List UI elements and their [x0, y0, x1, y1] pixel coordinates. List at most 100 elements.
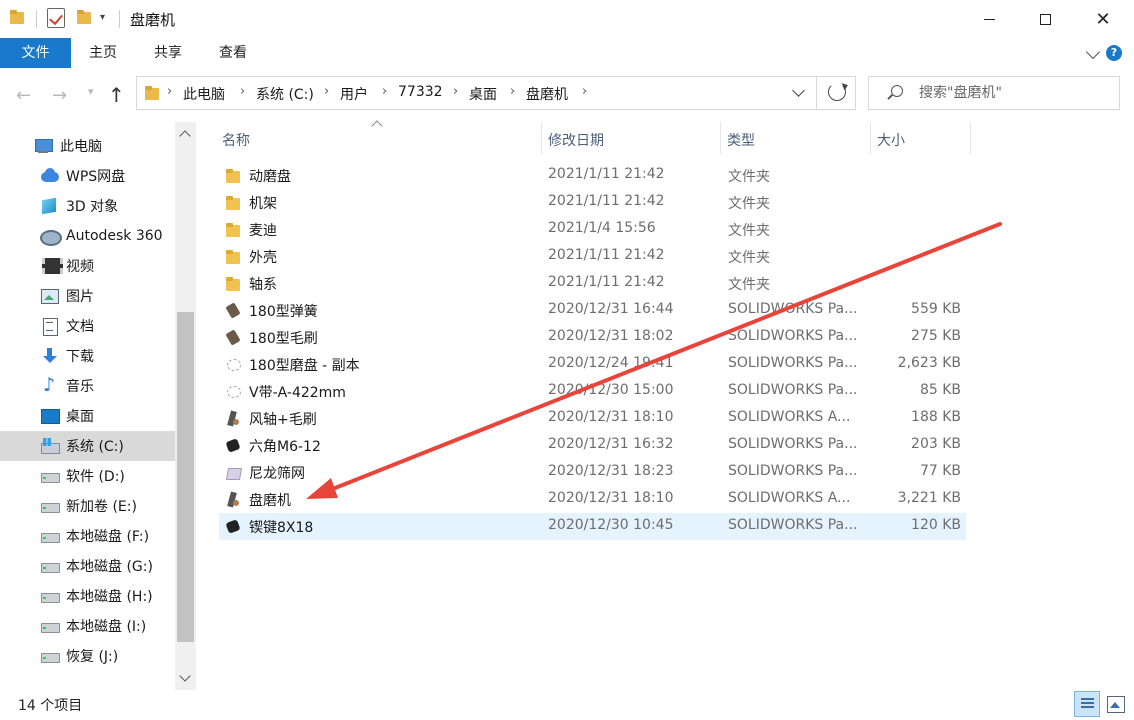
sidebar-item[interactable]: 系统 (C:)	[0, 431, 175, 461]
help-icon[interactable]: ?	[1106, 45, 1122, 61]
breadcrumb-system-drive[interactable]: 系统 (C:)	[256, 84, 314, 104]
breadcrumb-separator[interactable]: ›	[382, 84, 387, 99]
breadcrumb-separator[interactable]: ›	[324, 84, 329, 99]
sidebar-item[interactable]: 文档	[0, 311, 175, 341]
details-view-icon[interactable]	[1074, 691, 1100, 717]
assembly-icon	[225, 410, 241, 427]
sidebar-item-label: 新加卷 (E:)	[66, 499, 137, 515]
file-date: 2020/12/31 18:02	[548, 328, 674, 344]
sidebar-item[interactable]: 新加卷 (E:)	[0, 491, 175, 521]
scroll-down-icon[interactable]	[179, 670, 191, 682]
column-divider[interactable]	[870, 122, 871, 154]
sidebar-item[interactable]: 3D 对象	[0, 191, 175, 221]
status-bar: 14 个项目	[0, 690, 1134, 720]
search-box[interactable]	[868, 76, 1120, 110]
column-header-date[interactable]: 修改日期	[548, 126, 604, 156]
properties-check-icon[interactable]	[47, 8, 65, 28]
sidebar-item[interactable]: 桌面	[0, 401, 175, 431]
maximize-button[interactable]	[1016, 0, 1074, 38]
sidebar-item[interactable]: 恢复 (J:)	[0, 641, 175, 671]
breadcrumb-user-folder[interactable]: 77332	[398, 84, 443, 100]
tab-home[interactable]: 主页	[71, 38, 135, 68]
file-row[interactable]: 盘磨机 2020/12/31 18:10 SOLIDWORKS A... 3,221 …	[219, 486, 966, 513]
file-type: SOLIDWORKS Pa...	[728, 436, 858, 452]
address-bar[interactable]: › 此电脑 › 系统 (C:) › 用户 › 77332 › 桌面 › 盘磨机 …	[136, 76, 856, 110]
sidebar-item[interactable]: 软件 (D:)	[0, 461, 175, 491]
new-folder-icon[interactable]	[77, 9, 91, 25]
breadcrumb-desktop[interactable]: 桌面	[469, 84, 497, 104]
search-input[interactable]	[919, 83, 1109, 103]
file-row[interactable]: 外壳 2021/1/11 21:42 文件夹	[219, 243, 966, 270]
file-row[interactable]: 风轴+毛刷 2020/12/31 18:10 SOLIDWORKS A... 188 …	[219, 405, 966, 432]
file-name: 动磨盘	[249, 169, 291, 185]
column-divider[interactable]	[720, 122, 721, 154]
file-row[interactable]: 锲键8X18 2020/12/30 10:45 SOLIDWORKS Pa... 12…	[219, 513, 966, 540]
navigation-pane: 此电脑 WPS网盘 3D 对象 Autodesk 360 视频图片文档下载音乐桌面系统 …	[0, 122, 196, 690]
column-header-size[interactable]: 大小	[877, 126, 905, 156]
file-name: 锲键8X18	[249, 520, 314, 536]
forward-icon[interactable]: →	[52, 85, 67, 106]
file-row[interactable]: 轴系 2021/1/11 21:42 文件夹	[219, 270, 966, 297]
column-header-name[interactable]: 名称	[222, 126, 250, 156]
scroll-up-icon[interactable]	[179, 130, 191, 142]
tab-share[interactable]: 共享	[135, 38, 201, 68]
quick-access-dropdown-icon[interactable]: ▾	[100, 12, 105, 23]
breadcrumb-separator[interactable]: ›	[240, 84, 245, 99]
file-type: 文件夹	[728, 196, 770, 212]
sidebar-item[interactable]: 视频	[0, 251, 175, 281]
refresh-icon[interactable]	[828, 83, 846, 101]
minimize-button[interactable]	[960, 0, 1018, 38]
large-icons-view-icon[interactable]	[1104, 693, 1126, 715]
column-divider[interactable]	[541, 122, 542, 154]
column-divider[interactable]	[970, 122, 971, 154]
up-icon[interactable]: ↑	[108, 83, 125, 107]
file-name: 轴系	[249, 277, 277, 293]
breadcrumb-separator[interactable]: ›	[510, 84, 515, 99]
assembly-icon	[225, 491, 241, 508]
breadcrumb-current[interactable]: 盘磨机	[526, 84, 568, 104]
sidebar-item-label: 系统 (C:)	[66, 439, 124, 455]
sidebar-item[interactable]: 图片	[0, 281, 175, 311]
file-row[interactable]: 180型毛刷 2020/12/31 18:02 SOLIDWORKS Pa... 27…	[219, 324, 966, 351]
address-dropdown-icon[interactable]	[792, 84, 805, 97]
sidebar-scrollbar[interactable]	[175, 122, 196, 690]
file-row[interactable]: 麦迪 2021/1/4 15:56 文件夹	[219, 216, 966, 243]
tab-file[interactable]: 文件	[0, 38, 71, 68]
sidebar-item[interactable]: 此电脑	[0, 131, 175, 161]
sidebar-item[interactable]: Autodesk 360	[0, 221, 175, 251]
breadcrumb-users[interactable]: 用户	[340, 84, 368, 104]
tab-view[interactable]: 查看	[201, 38, 265, 68]
file-type: SOLIDWORKS Pa...	[728, 382, 858, 398]
file-name: 盘磨机	[249, 493, 291, 509]
close-icon: ✕	[1095, 8, 1111, 30]
sidebar-item[interactable]: 本地磁盘 (G:)	[0, 551, 175, 581]
file-row[interactable]: 六角M6-12 2020/12/31 16:32 SOLIDWORKS Pa... 2…	[219, 432, 966, 459]
file-row[interactable]: 180型弹簧 2020/12/31 16:44 SOLIDWORKS Pa... 55…	[219, 297, 966, 324]
scroll-thumb[interactable]	[177, 312, 194, 642]
file-row[interactable]: 动磨盘 2021/1/11 21:42 文件夹	[219, 162, 966, 189]
sidebar-item-label: 图片	[66, 289, 94, 305]
ribbon-expand-icon[interactable]	[1085, 44, 1101, 60]
breadcrumb-this-pc[interactable]: 此电脑	[183, 84, 225, 104]
breadcrumb-separator[interactable]: ›	[453, 84, 458, 99]
music-icon	[40, 374, 60, 396]
file-type: SOLIDWORKS A...	[728, 490, 851, 506]
breadcrumb-separator[interactable]: ›	[582, 84, 587, 99]
file-date: 2021/1/11 21:42	[548, 247, 665, 263]
sidebar-item[interactable]: 下载	[0, 341, 175, 371]
sidebar-item[interactable]: 音乐	[0, 371, 175, 401]
breadcrumb-separator[interactable]: ›	[167, 84, 172, 99]
column-header-type[interactable]: 类型	[727, 126, 755, 156]
sidebar-item[interactable]: 本地磁盘 (I:)	[0, 611, 175, 641]
sidebar-item[interactable]: 本地磁盘 (H:)	[0, 581, 175, 611]
3d-objects-icon	[40, 197, 60, 215]
close-button[interactable]: ✕	[1074, 0, 1132, 38]
sidebar-item[interactable]: WPS网盘	[0, 161, 175, 191]
file-row[interactable]: 180型磨盘 - 副本 2020/12/24 19:41 SOLIDWORKS Pa…	[219, 351, 966, 378]
recent-locations-icon[interactable]: ▾	[88, 85, 94, 98]
back-icon[interactable]: ←	[16, 85, 31, 106]
file-row[interactable]: 机架 2021/1/11 21:42 文件夹	[219, 189, 966, 216]
file-row[interactable]: V带-A-422mm 2020/12/30 15:00 SOLIDWORKS Pa.…	[219, 378, 966, 405]
sidebar-item[interactable]: 本地磁盘 (F:)	[0, 521, 175, 551]
file-row[interactable]: 尼龙筛网 2020/12/31 18:23 SOLIDWORKS Pa... 77 K…	[219, 459, 966, 486]
